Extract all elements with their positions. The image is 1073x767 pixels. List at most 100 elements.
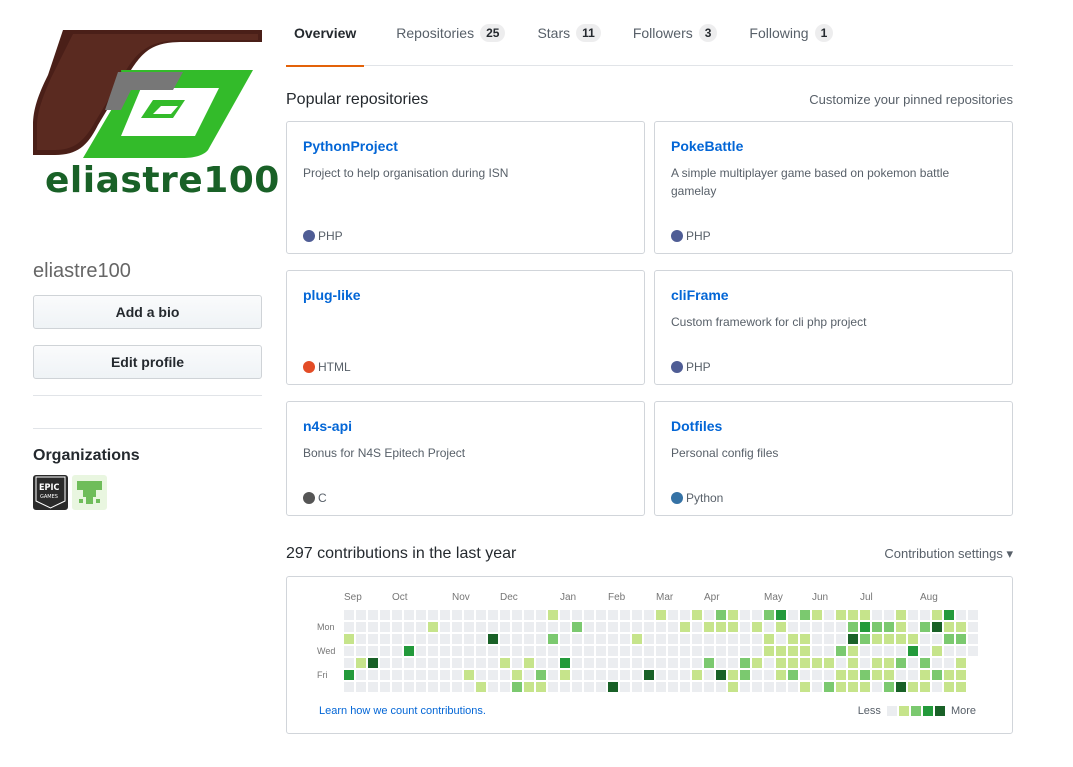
contribution-day[interactable] [632,646,642,656]
contribution-day[interactable] [380,646,390,656]
contribution-day[interactable] [956,646,966,656]
tab-overview[interactable]: Overview [286,0,365,67]
contribution-day[interactable] [656,634,666,644]
contribution-day[interactable] [392,634,402,644]
contribution-day[interactable] [788,658,798,668]
contribution-day[interactable] [824,682,834,692]
contribution-day[interactable] [656,622,666,632]
contribution-day[interactable] [392,646,402,656]
contribution-day[interactable] [572,658,582,668]
avatar[interactable]: eliastre100 [33,30,279,210]
contribution-day[interactable] [884,646,894,656]
contribution-day[interactable] [452,610,462,620]
contribution-day[interactable] [608,622,618,632]
contribution-day[interactable] [620,682,630,692]
contribution-day[interactable] [500,658,510,668]
contribution-day[interactable] [416,634,426,644]
contribution-day[interactable] [872,622,882,632]
contribution-day[interactable] [416,610,426,620]
contribution-day[interactable] [644,682,654,692]
contribution-day[interactable] [380,610,390,620]
contribution-day[interactable] [872,634,882,644]
contribution-day[interactable] [920,670,930,680]
contribution-day[interactable] [644,670,654,680]
contribution-day[interactable] [608,634,618,644]
contribution-day[interactable] [632,670,642,680]
contribution-day[interactable] [908,658,918,668]
contribution-day[interactable] [380,670,390,680]
contribution-day[interactable] [836,646,846,656]
contribution-day[interactable] [932,622,942,632]
contribution-day[interactable] [428,682,438,692]
contribution-day[interactable] [728,634,738,644]
contribution-day[interactable] [416,622,426,632]
contribution-day[interactable] [884,634,894,644]
contribution-day[interactable] [632,622,642,632]
contribution-day[interactable] [752,610,762,620]
contribution-day[interactable] [668,658,678,668]
contribution-day[interactable] [812,634,822,644]
contribution-day[interactable] [680,658,690,668]
contribution-day[interactable] [800,610,810,620]
contribution-day[interactable] [884,622,894,632]
contribution-day[interactable] [908,682,918,692]
contribution-day[interactable] [356,658,366,668]
contribution-day[interactable] [428,646,438,656]
contribution-day[interactable] [752,634,762,644]
contribution-day[interactable] [344,682,354,692]
contribution-day[interactable] [968,646,978,656]
contribution-day[interactable] [644,634,654,644]
contribution-day[interactable] [500,682,510,692]
contribution-day[interactable] [728,670,738,680]
contribution-day[interactable] [680,682,690,692]
contribution-day[interactable] [512,682,522,692]
contribution-day[interactable] [956,670,966,680]
contribution-day[interactable] [872,610,882,620]
contribution-day[interactable] [608,646,618,656]
contribution-day[interactable] [800,670,810,680]
contribution-day[interactable] [788,682,798,692]
contribution-day[interactable] [944,682,954,692]
contribution-day[interactable] [836,610,846,620]
contribution-day[interactable] [344,610,354,620]
contribution-day[interactable] [548,610,558,620]
contribution-day[interactable] [860,658,870,668]
contribution-day[interactable] [584,622,594,632]
contribution-day[interactable] [572,634,582,644]
contribution-day[interactable] [500,610,510,620]
contribution-day[interactable] [920,658,930,668]
contribution-day[interactable] [344,646,354,656]
contribution-day[interactable] [704,682,714,692]
edit-profile-button[interactable]: Edit profile [33,345,262,379]
contribution-day[interactable] [764,682,774,692]
contribution-day[interactable] [548,622,558,632]
contribution-day[interactable] [680,646,690,656]
contribution-day[interactable] [464,610,474,620]
contribution-day[interactable] [392,670,402,680]
org-epic-games-logo[interactable]: EPIC GAMES [33,475,68,510]
repo-name-link[interactable]: n4s-api [303,418,628,434]
contribution-day[interactable] [896,610,906,620]
contribution-day[interactable] [764,610,774,620]
contribution-day[interactable] [476,670,486,680]
contribution-day[interactable] [860,610,870,620]
contribution-day[interactable] [620,670,630,680]
contribution-day[interactable] [704,622,714,632]
contribution-day[interactable] [848,658,858,668]
contribution-day[interactable] [908,646,918,656]
contribution-day[interactable] [692,670,702,680]
contribution-day[interactable] [344,622,354,632]
contribution-day[interactable] [740,670,750,680]
contribution-day[interactable] [464,682,474,692]
add-bio-button[interactable]: Add a bio [33,295,262,329]
contribution-day[interactable] [776,670,786,680]
contribution-day[interactable] [776,682,786,692]
contribution-day[interactable] [512,646,522,656]
contribution-day[interactable] [932,658,942,668]
contribution-day[interactable] [596,670,606,680]
contribution-day[interactable] [824,622,834,632]
repo-name-link[interactable]: PythonProject [303,138,628,154]
contribution-day[interactable] [800,682,810,692]
contribution-day[interactable] [368,658,378,668]
contribution-day[interactable] [848,634,858,644]
